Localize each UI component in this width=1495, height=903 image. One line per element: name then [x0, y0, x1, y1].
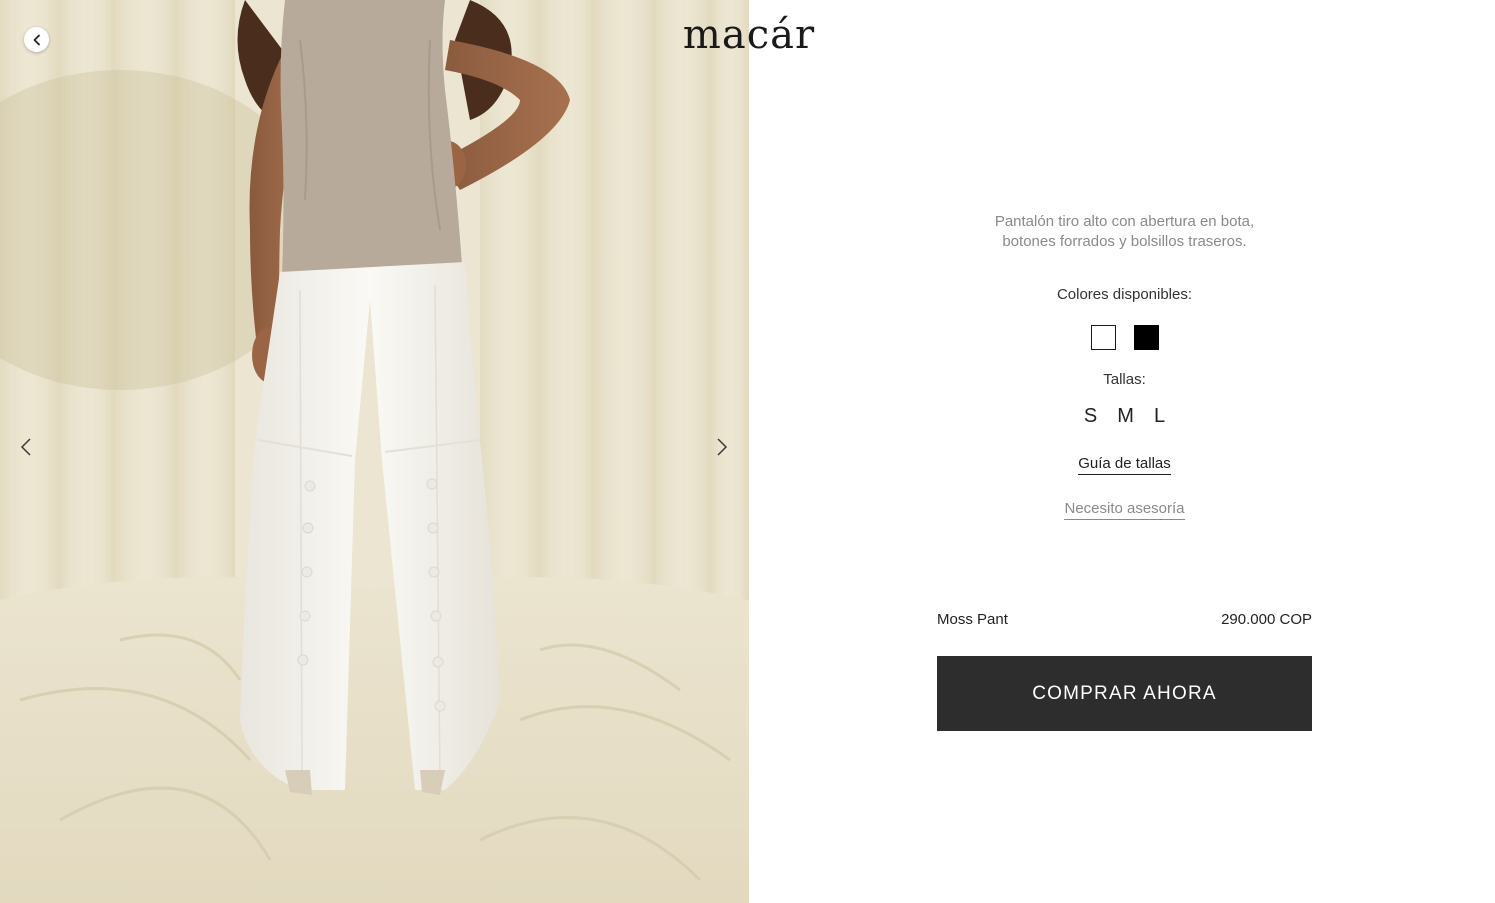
advice-link[interactable]: Necesito asesoría: [1064, 500, 1185, 520]
chevron-left-icon: [33, 34, 40, 45]
product-summary-row: Moss Pant 290.000 COP: [937, 611, 1312, 628]
size-guide-link[interactable]: Guía de tallas: [1078, 455, 1171, 475]
chevron-left-icon: [20, 438, 31, 456]
size-guide-wrapper: Guía de tallas: [937, 453, 1312, 475]
product-page: macár Pantalón tiro alto con abertura en…: [0, 0, 1495, 903]
product-image-carousel[interactable]: [0, 0, 749, 903]
size-option-s[interactable]: S: [1084, 403, 1097, 429]
description-line-1: Pantalón tiro alto con abertura en bota,: [994, 213, 1255, 230]
product-name: Moss Pant: [937, 611, 1008, 628]
product-photo: [0, 0, 749, 903]
sizes-label: Tallas:: [1103, 371, 1146, 388]
product-description: Pantalón tiro alto con abertura en bota,…: [937, 212, 1312, 252]
carousel-next-button[interactable]: [710, 433, 734, 461]
color-swatch-white[interactable]: [1090, 325, 1116, 350]
size-option-m[interactable]: M: [1117, 403, 1134, 429]
description-line-2: botones forrados y bolsillos traseros.: [1002, 233, 1247, 250]
color-swatch-black[interactable]: [1133, 325, 1159, 350]
chevron-right-icon: [717, 438, 728, 456]
size-options: S M L: [937, 403, 1312, 429]
product-price: 290.000 COP: [1221, 611, 1312, 628]
colors-label: Colores disponibles:: [1056, 286, 1193, 303]
product-info-panel: Pantalón tiro alto con abertura en bota,…: [937, 0, 1312, 903]
color-swatches: [937, 325, 1312, 350]
brand-logo[interactable]: macár: [678, 10, 820, 60]
buy-now-button[interactable]: COMPRAR AHORA: [937, 656, 1312, 731]
size-option-l[interactable]: L: [1154, 403, 1165, 429]
advice-wrapper: Necesito asesoría: [937, 498, 1312, 520]
carousel-prev-button[interactable]: [14, 433, 38, 461]
back-button[interactable]: [24, 27, 49, 52]
